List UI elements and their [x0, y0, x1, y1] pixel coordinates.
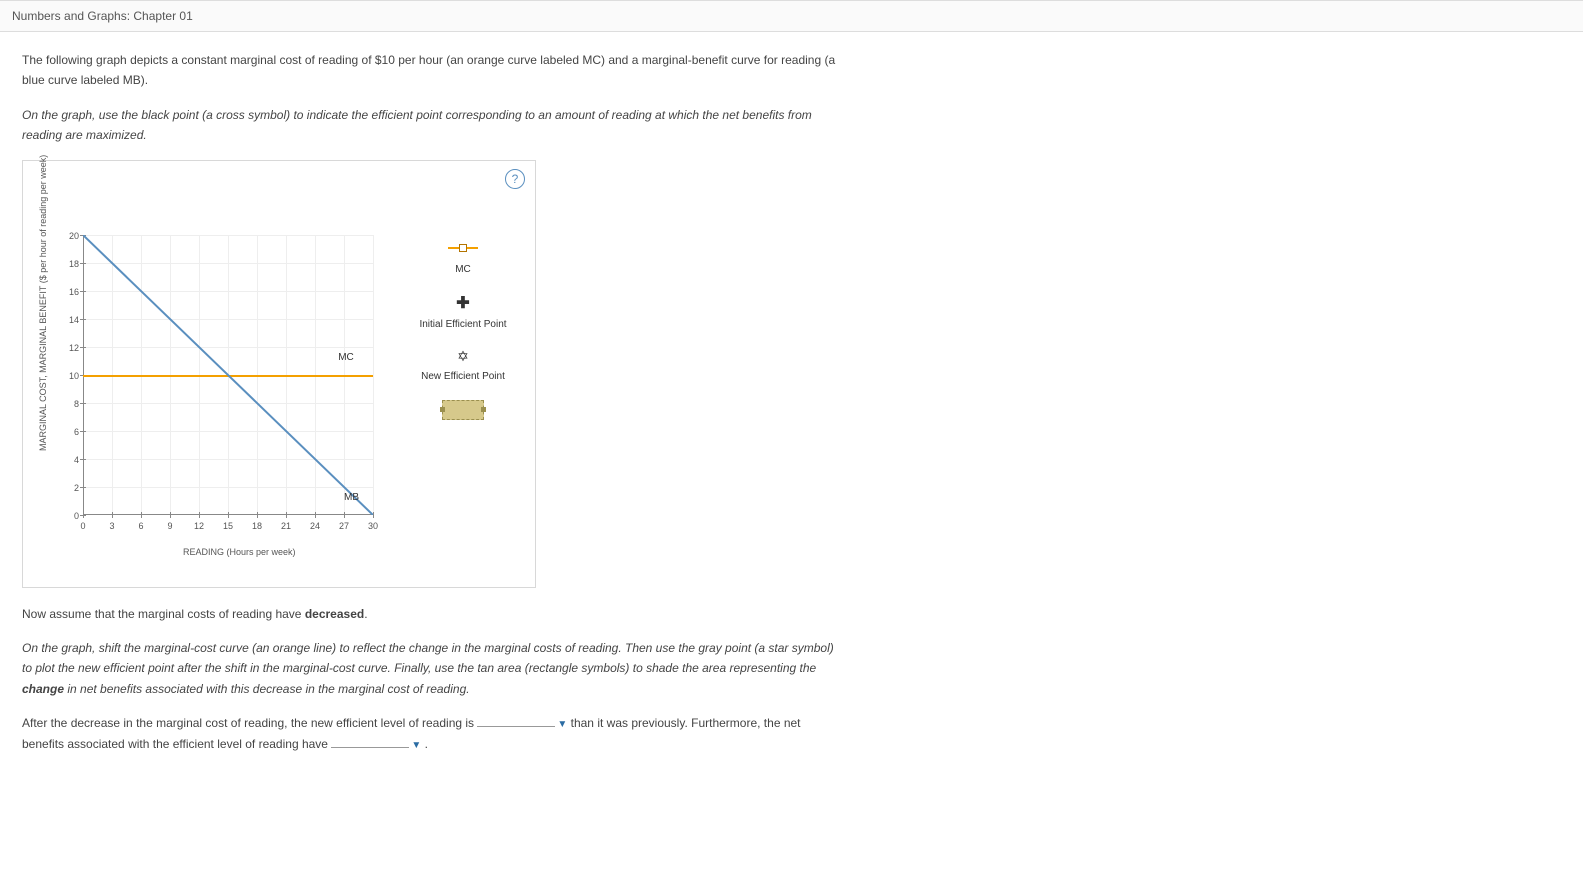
y-tick: 12 — [65, 343, 79, 353]
palette-new-label: New Efficient Point — [403, 371, 523, 382]
page-title: Numbers and Graphs: Chapter 01 — [12, 9, 193, 23]
question-paragraph: After the decrease in the marginal cost … — [22, 713, 842, 754]
x-tick: 21 — [277, 521, 295, 531]
content: The following graph depicts a constant m… — [0, 32, 1444, 786]
x-tick: 30 — [364, 521, 382, 531]
y-tick: 10 — [65, 371, 79, 381]
y-tick: 4 — [65, 455, 79, 465]
graph-panel: ? MARGINAL COST, MARGINAL BENEFIT ($ per… — [22, 160, 536, 588]
x-tick: 6 — [132, 521, 150, 531]
intro-paragraph-2: On the graph, use the black point (a cro… — [22, 105, 842, 146]
chevron-down-icon[interactable]: ▼ — [557, 719, 567, 730]
palette-mc-label: MC — [403, 264, 523, 275]
palette-initial-point[interactable]: ✚ Initial Efficient Point — [403, 293, 523, 330]
x-tick: 18 — [248, 521, 266, 531]
palette-initial-label: Initial Efficient Point — [403, 319, 523, 330]
x-tick: 27 — [335, 521, 353, 531]
palette-area[interactable] — [403, 400, 523, 423]
tool-palette: MC ✚ Initial Efficient Point ✡ New Effic… — [403, 235, 523, 441]
palette-mc[interactable]: MC — [403, 243, 523, 275]
x-tick: 3 — [103, 521, 121, 531]
x-tick: 12 — [190, 521, 208, 531]
help-icon[interactable]: ? — [505, 169, 525, 189]
mc-handle-icon — [448, 247, 478, 249]
y-tick: 0 — [65, 511, 79, 521]
x-tick: 0 — [74, 521, 92, 531]
x-axis-label: READING (Hours per week) — [183, 547, 296, 557]
y-tick: 16 — [65, 287, 79, 297]
palette-new-point[interactable]: ✡ New Efficient Point — [403, 348, 523, 382]
y-tick: 20 — [65, 231, 79, 241]
mb-line-label: MB — [344, 492, 359, 503]
y-tick: 8 — [65, 399, 79, 409]
y-tick: 2 — [65, 483, 79, 493]
star-icon: ✡ — [403, 348, 523, 365]
rectangle-area-icon — [442, 400, 484, 420]
dropdown-blank-2[interactable] — [331, 747, 409, 748]
y-axis-label: MARGINAL COST, MARGINAL BENEFIT ($ per h… — [38, 154, 48, 450]
plot-area[interactable]: 20 18 16 14 12 10 8 6 4 2 0 0 3 6 9 12 1… — [83, 235, 373, 515]
mid-paragraph-2: On the graph, shift the marginal-cost cu… — [22, 638, 842, 699]
page-header: Numbers and Graphs: Chapter 01 — [0, 0, 1583, 32]
y-tick: 18 — [65, 259, 79, 269]
x-tick: 15 — [219, 521, 237, 531]
x-tick: 9 — [161, 521, 179, 531]
y-tick: 6 — [65, 427, 79, 437]
y-tick: 14 — [65, 315, 79, 325]
mid-paragraph-1: Now assume that the marginal costs of re… — [22, 604, 842, 624]
intro-paragraph-1: The following graph depicts a constant m… — [22, 50, 842, 91]
chevron-down-icon[interactable]: ▼ — [411, 740, 421, 751]
plus-icon: ✚ — [403, 293, 523, 313]
mb-curve — [83, 235, 373, 515]
dropdown-blank-1[interactable] — [477, 726, 555, 727]
x-tick: 24 — [306, 521, 324, 531]
